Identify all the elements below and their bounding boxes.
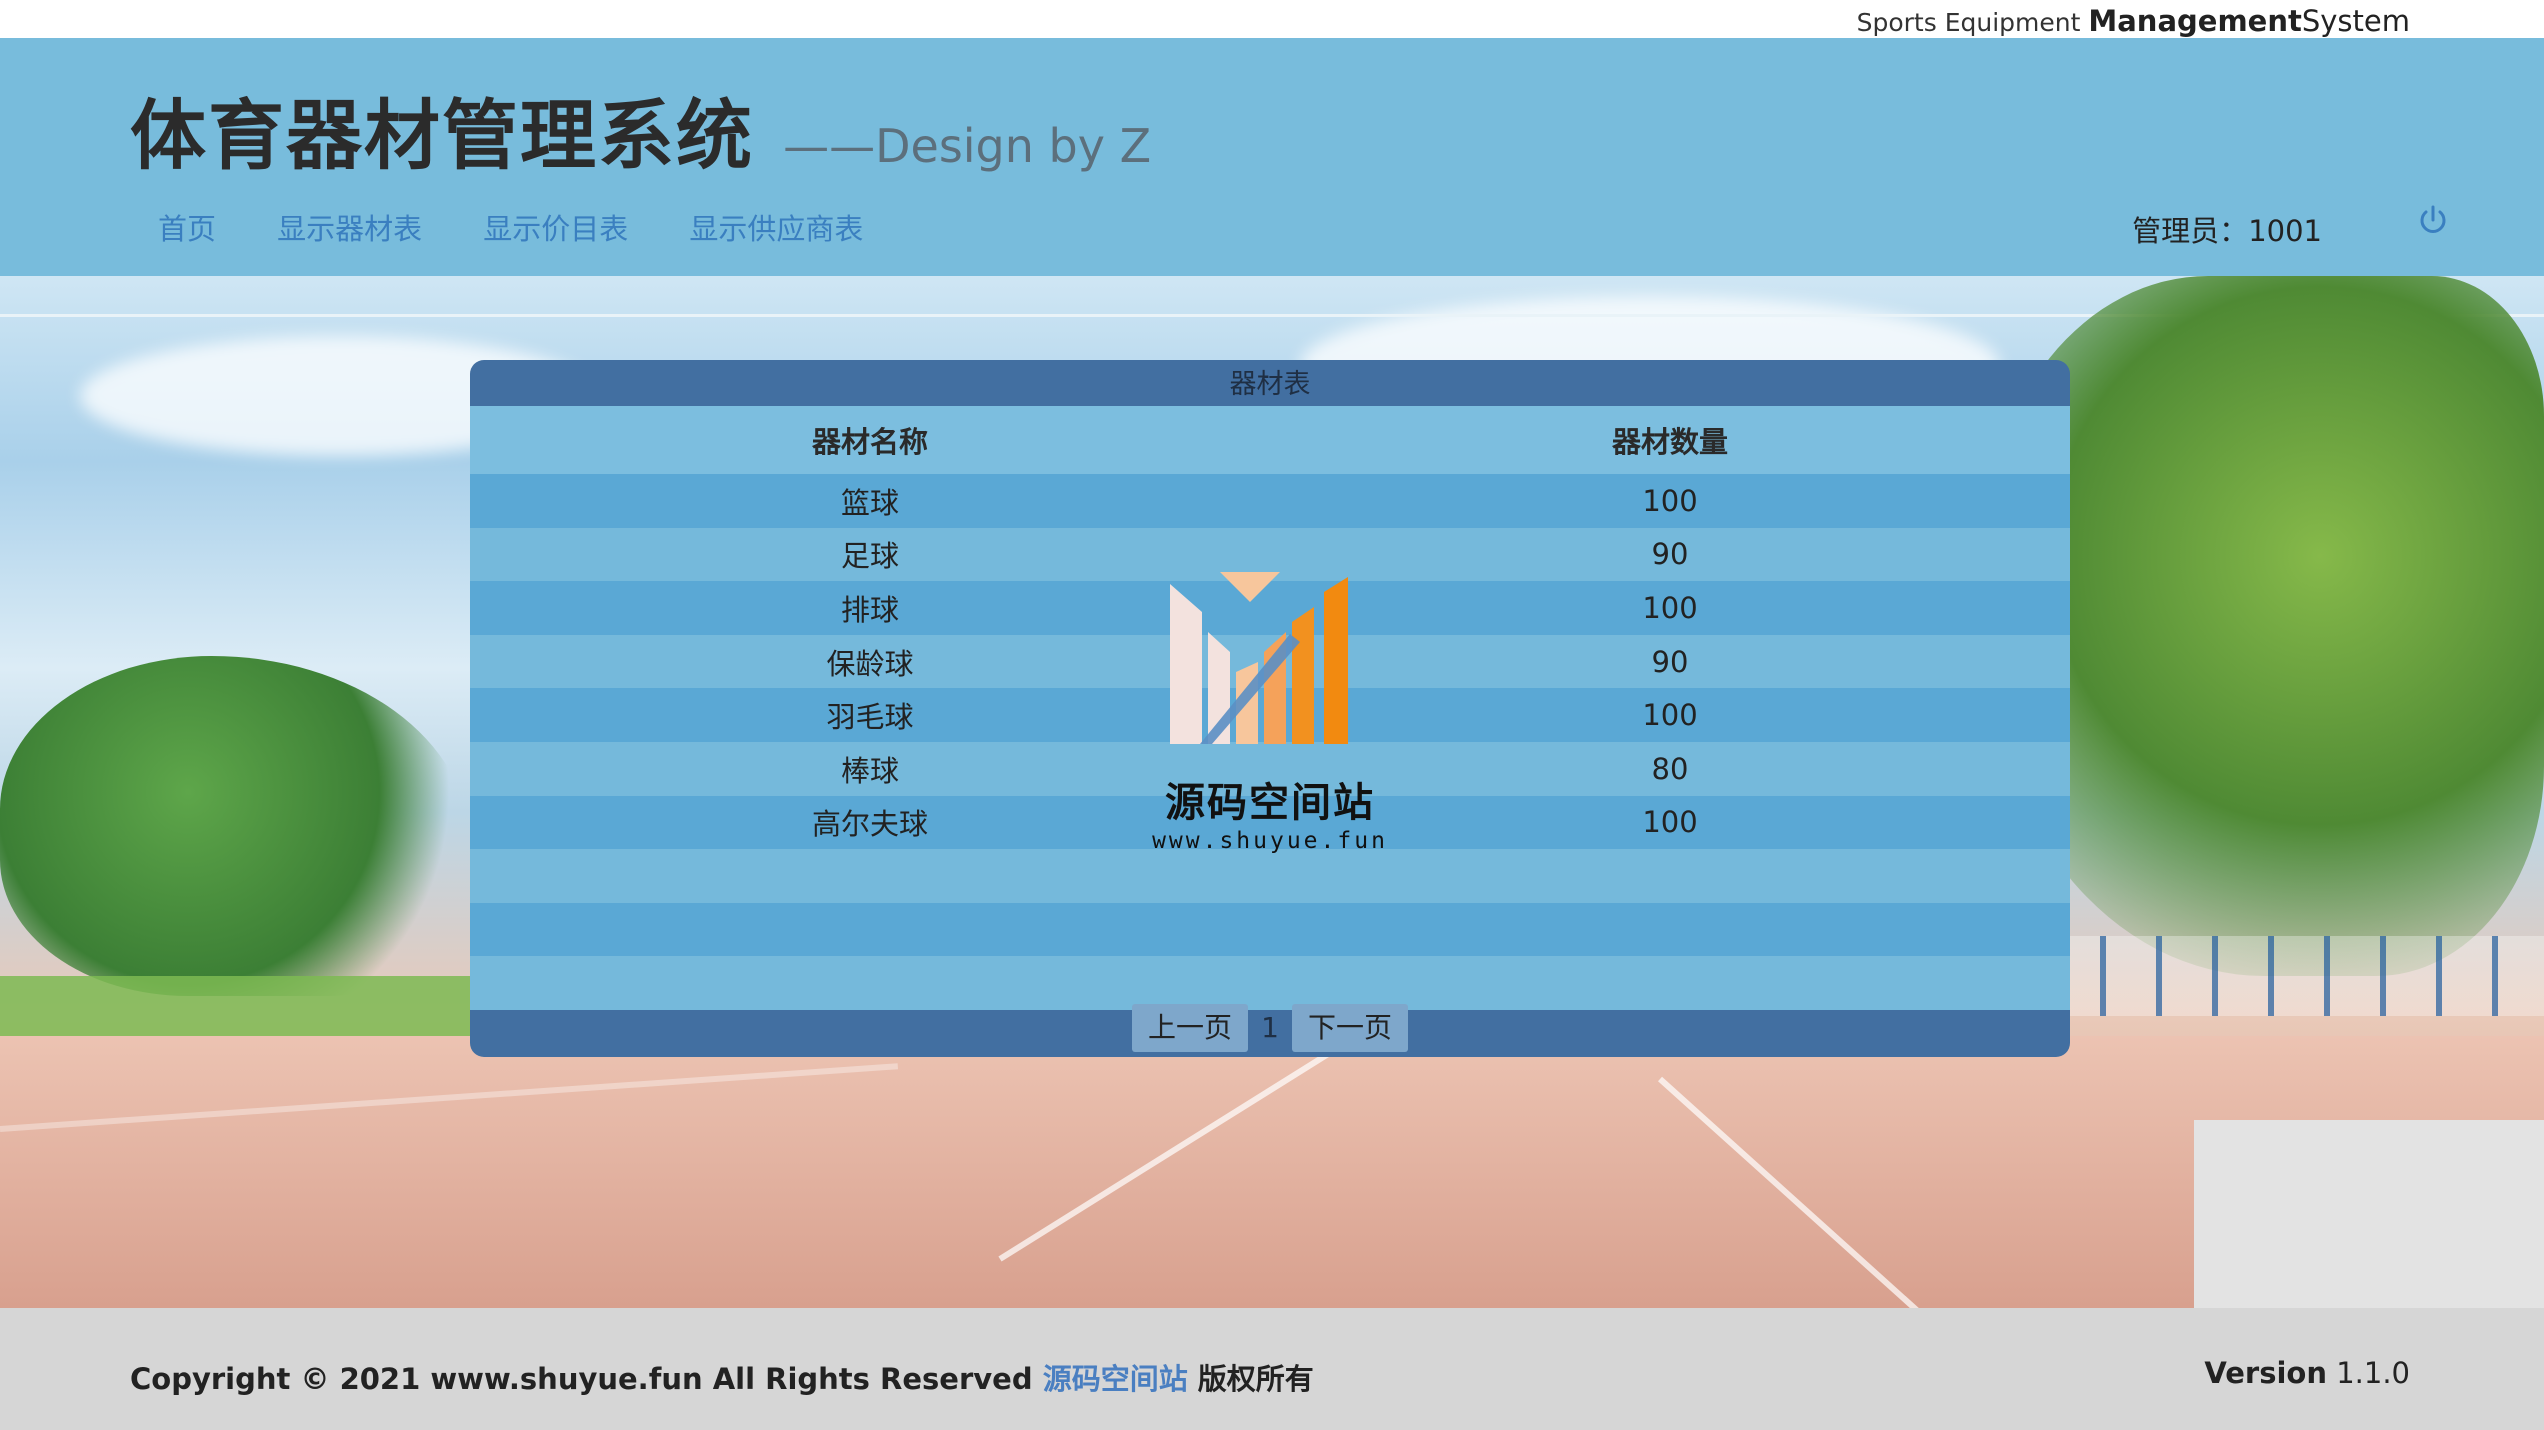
page-title: 体育器材管理系统	[130, 91, 754, 180]
table-row-empty	[470, 902, 2070, 957]
table-caption: 器材表	[1229, 369, 1311, 400]
footer: Copyright © 2021 www.shuyue.fun All Righ…	[0, 1308, 2544, 1430]
power-icon[interactable]	[2416, 204, 2450, 238]
next-page-button[interactable]: 下一页	[1292, 1004, 1409, 1052]
nav-home[interactable]: 首页	[130, 206, 244, 248]
admin-label: 管理员：	[2132, 214, 2249, 248]
cell-quantity: 100	[1642, 698, 1698, 733]
admin-id: 1001	[2248, 214, 2322, 248]
main-nav: 首页 显示器材表 显示价目表 显示供应商表	[130, 206, 891, 248]
copyright-text: Copyright © 2021 www.shuyue.fun All Righ…	[130, 1362, 1043, 1396]
cell-quantity: 100	[1642, 483, 1698, 518]
cell-quantity: 90	[1651, 644, 1689, 679]
header: 体育器材管理系统 ——Design by Z 首页 显示器材表 显示价目表 显示…	[0, 38, 2544, 276]
page-subtitle: ——Design by Z	[783, 119, 1152, 173]
watermark: 源码空间站 www.shuyue.fun	[1150, 572, 1390, 862]
watermark-logo-icon	[1170, 572, 1348, 744]
nav-supplier-table[interactable]: 显示供应商表	[661, 206, 891, 248]
cell-quantity: 100	[1642, 590, 1698, 625]
cell-quantity	[1270, 849, 2070, 903]
top-strip: Sports Equipment ManagementSystem	[0, 0, 2544, 38]
version-label: Version	[2204, 1356, 2327, 1390]
brand-text: Sports Equipment ManagementSystem	[1857, 4, 2410, 38]
nav-equipment-table[interactable]: 显示器材表	[249, 206, 450, 248]
watermark-url: www.shuyue.fun	[1152, 828, 1388, 854]
column-header-quantity: 器材数量	[1611, 425, 1728, 459]
prev-page-button[interactable]: 上一页	[1131, 1004, 1248, 1052]
copyright: Copyright © 2021 www.shuyue.fun All Righ…	[130, 1356, 1314, 1398]
brand-bold: Management	[2088, 4, 2302, 38]
table-header-row: 器材名称 器材数量	[470, 406, 2070, 474]
table-row: 篮球 100	[470, 474, 2070, 528]
copyright-suffix: 版权所有	[1187, 1362, 1314, 1396]
nav-price-table[interactable]: 显示价目表	[455, 206, 656, 248]
brand-prefix: Sports Equipment	[1856, 8, 2089, 37]
version-value: 1.1.0	[2326, 1356, 2410, 1390]
cell-quantity: 90	[1651, 537, 1689, 572]
current-page: 1	[1261, 1010, 1279, 1044]
cell-quantity	[1270, 903, 2070, 957]
copyright-link[interactable]: 源码空间站	[1043, 1362, 1188, 1396]
brand-suffix: System	[2301, 4, 2410, 38]
version-info: Version 1.1.0	[2204, 1356, 2410, 1390]
cell-name	[470, 903, 1270, 957]
admin-info: 管理员：1001	[2132, 208, 2322, 250]
column-header-name: 器材名称	[811, 425, 928, 459]
title-row: 体育器材管理系统 ——Design by Z	[130, 74, 1151, 184]
cell-name: 篮球	[840, 485, 899, 520]
watermark-title: 源码空间站	[1165, 780, 1375, 826]
pagination: 上一页 1 下一页	[470, 1002, 2070, 1057]
